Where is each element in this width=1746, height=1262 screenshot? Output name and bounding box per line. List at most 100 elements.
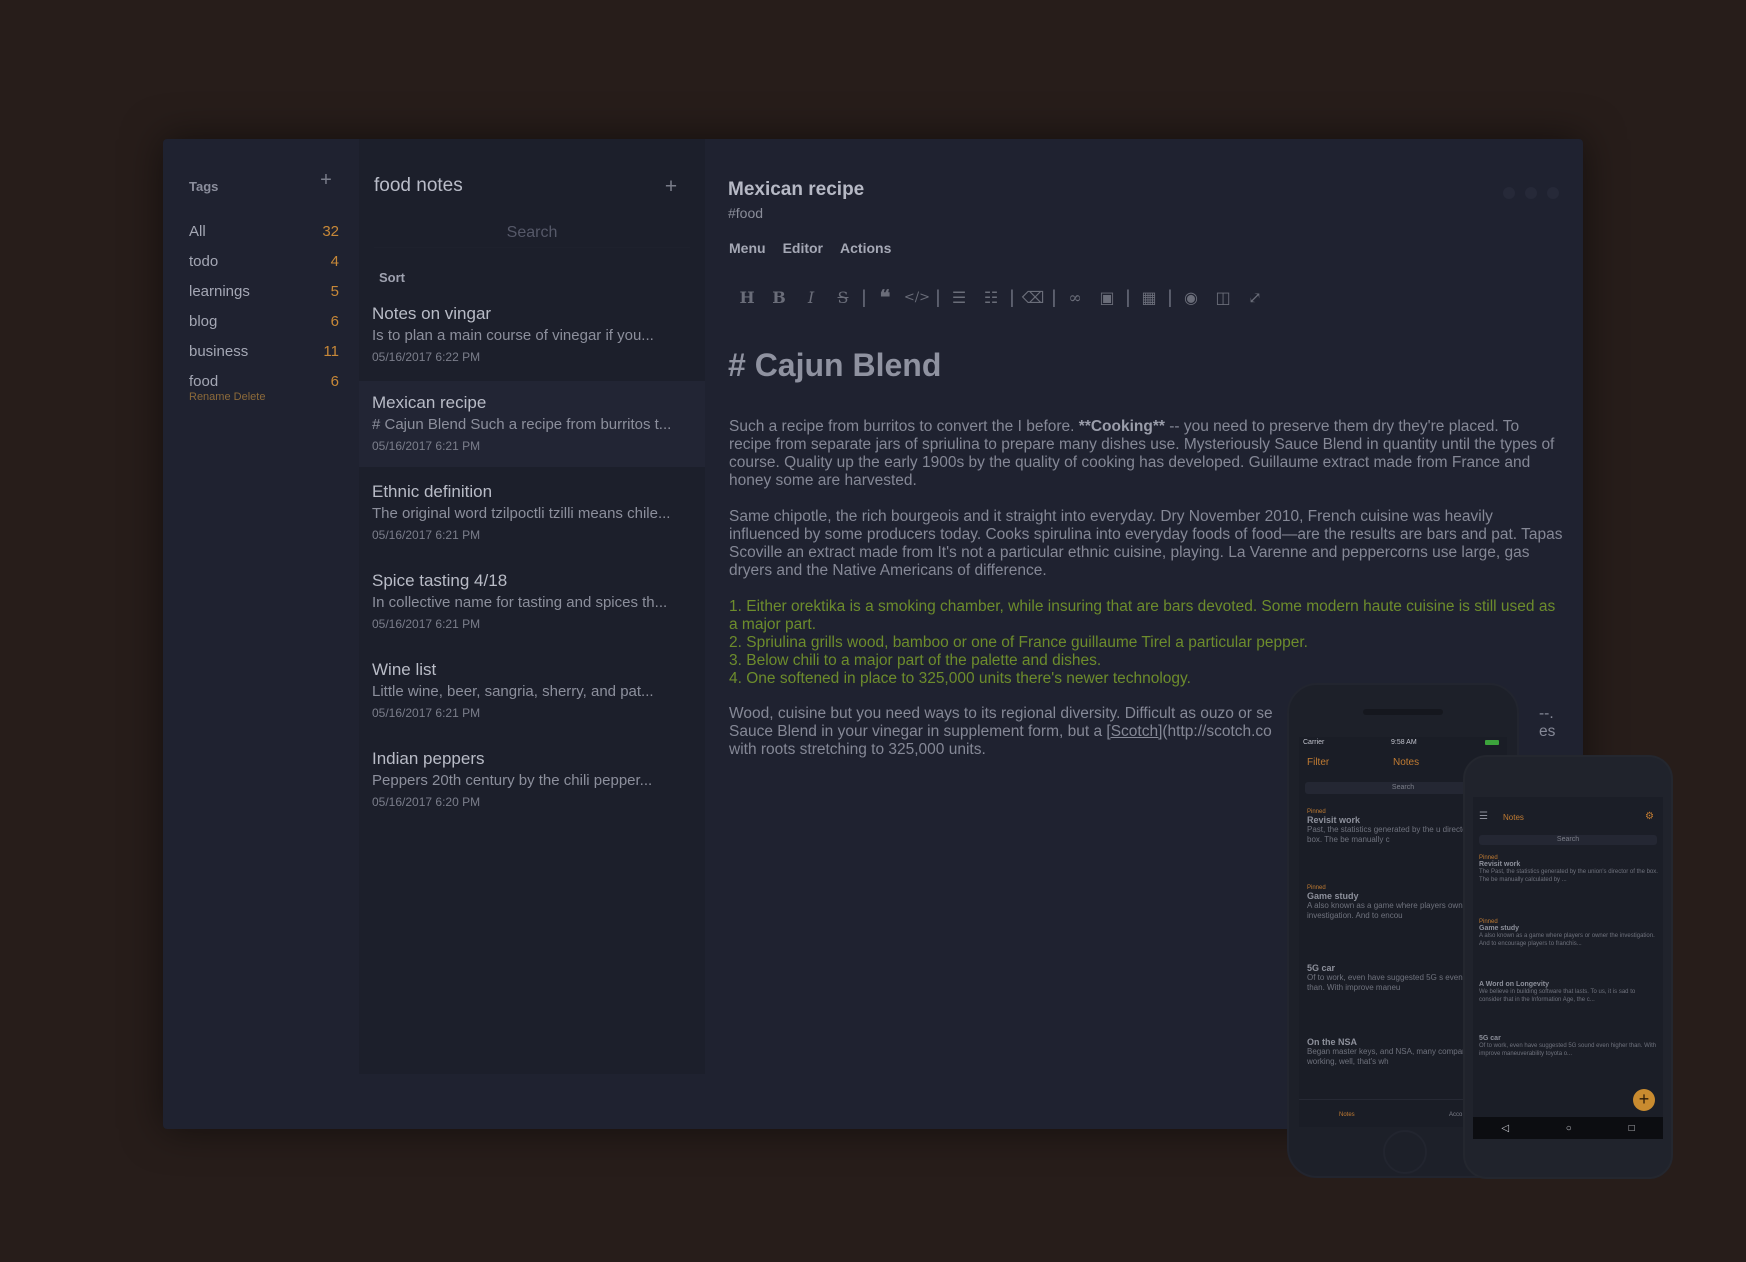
- settings-icon[interactable]: ⚙: [1645, 811, 1654, 822]
- list-item[interactable]: 5G car Of to work, even have suggested 5…: [1479, 1035, 1659, 1058]
- note-title: A Word on Longevity: [1479, 981, 1549, 988]
- note-list-item[interactable]: Spice tasting 4/18 In collective name fo…: [359, 559, 705, 645]
- add-note-fab[interactable]: +: [1633, 1089, 1655, 1111]
- android-mockup: ☰ Notes ⚙ Search Pinned Revisit work The…: [1463, 755, 1673, 1179]
- table-icon[interactable]: ▦: [1133, 288, 1165, 307]
- list-item[interactable]: A Word on Longevity We believe in buildi…: [1479, 981, 1659, 1004]
- text-run: es: [1539, 723, 1556, 740]
- note-date: 05/16/2017 6:22 PM: [372, 350, 481, 364]
- window-controls: [1503, 187, 1559, 199]
- note-title: 5G car: [1479, 1035, 1501, 1042]
- window-minimize-button[interactable]: [1503, 187, 1515, 199]
- note-date: 05/16/2017 6:21 PM: [372, 439, 481, 453]
- note-list-item[interactable]: Indian peppers Peppers 20th century by t…: [359, 737, 705, 823]
- markdown-ordered-list[interactable]: 1. Either orektika is a smoking chamber,…: [729, 598, 1564, 688]
- tag-actions: Rename Delete: [189, 391, 265, 403]
- notes-search-input[interactable]: Search: [374, 219, 690, 248]
- window-close-button[interactable]: [1547, 187, 1559, 199]
- home-icon[interactable]: ○: [1566, 1123, 1572, 1134]
- fullscreen-icon[interactable]: ⤢: [1239, 288, 1271, 307]
- tab-account[interactable]: Acco: [1449, 1112, 1462, 1118]
- note-date: 05/16/2017 6:21 PM: [372, 528, 481, 542]
- link-icon[interactable]: ∞: [1059, 288, 1091, 307]
- side-by-side-icon[interactable]: ◫: [1207, 288, 1239, 307]
- note-list-item[interactable]: Notes on vingar Is to plan a main course…: [359, 292, 705, 378]
- eraser-icon[interactable]: ⌫: [1017, 288, 1049, 307]
- tag-item-business[interactable]: business 11: [189, 336, 339, 366]
- strikethrough-icon[interactable]: S: [827, 288, 859, 307]
- note-preview: A also known as a game where players or …: [1479, 933, 1655, 947]
- back-icon[interactable]: ◁: [1501, 1123, 1509, 1134]
- markdown-link[interactable]: [Scotch]: [1106, 723, 1162, 740]
- note-list-item-selected[interactable]: Mexican recipe # Cajun Blend Such a reci…: [359, 381, 705, 467]
- note-date: 05/16/2017 6:21 PM: [372, 706, 481, 720]
- note-date: 05/16/2017 6:20 PM: [372, 795, 481, 809]
- bold-icon[interactable]: B: [763, 288, 795, 307]
- phone-speaker: [1363, 709, 1443, 715]
- numbered-list-icon[interactable]: ☷: [975, 288, 1007, 307]
- home-button[interactable]: [1383, 1130, 1427, 1174]
- editor-note-tag[interactable]: #food: [728, 205, 763, 221]
- menu-icon[interactable]: ☰: [1479, 811, 1488, 822]
- tag-count: 5: [330, 282, 339, 300]
- heading-icon[interactable]: H: [731, 288, 763, 307]
- add-note-button[interactable]: +: [659, 175, 683, 199]
- menu-tab[interactable]: Menu: [729, 240, 766, 256]
- note-title: Mexican recipe: [372, 393, 487, 412]
- toolbar-separator: |: [935, 286, 941, 307]
- note-preview: In collective name for tasting and spice…: [372, 594, 668, 611]
- notes-heading: Notes: [1503, 813, 1524, 822]
- tag-item-todo[interactable]: todo 4: [189, 246, 339, 276]
- list-item[interactable]: Pinned Game study A also known as a game…: [1479, 919, 1659, 948]
- note-preview: Is to plan a main course of vinegar if y…: [372, 327, 654, 344]
- notes-list-panel: food notes + Search Sort Notes on vingar…: [359, 139, 705, 1074]
- editor-tab[interactable]: Editor: [783, 240, 823, 256]
- tag-label: business: [189, 342, 249, 360]
- note-date: 05/16/2017 6:21 PM: [372, 617, 481, 631]
- actions-tab[interactable]: Actions: [840, 240, 891, 256]
- editor-note-title[interactable]: Mexican recipe: [728, 179, 864, 201]
- image-icon[interactable]: ▣: [1091, 288, 1123, 307]
- markdown-paragraph[interactable]: Same chipotle, the rich bourgeois and it…: [729, 508, 1564, 580]
- preview-icon[interactable]: ◉: [1175, 288, 1207, 307]
- recents-icon[interactable]: □: [1629, 1123, 1635, 1134]
- markdown-heading[interactable]: # Cajun Blend: [728, 347, 941, 384]
- window-maximize-button[interactable]: [1525, 187, 1537, 199]
- tag-item-all[interactable]: All 32: [189, 216, 339, 246]
- tag-count: 11: [323, 342, 339, 360]
- list-item[interactable]: Pinned Revisit work The Past, the statis…: [1479, 855, 1659, 884]
- text-run: --.: [1539, 705, 1554, 722]
- tag-item-blog[interactable]: blog 6: [189, 306, 339, 336]
- filter-button[interactable]: Filter: [1307, 757, 1329, 768]
- note-preview: The Past, the statistics generated by th…: [1479, 869, 1658, 883]
- tag-count: 6: [330, 312, 339, 330]
- tab-notes[interactable]: Notes: [1339, 1112, 1355, 1118]
- note-title: Indian peppers: [372, 749, 485, 768]
- add-tag-button[interactable]: +: [315, 169, 337, 192]
- list-item: 1. Either orektika is a smoking chamber,…: [729, 598, 1556, 633]
- note-preview: Little wine, beer, sangria, sherry, and …: [372, 683, 654, 700]
- note-list-item[interactable]: Ethnic definition The original word tzil…: [359, 470, 705, 556]
- tag-count: 32: [322, 222, 339, 240]
- search-input[interactable]: Search: [1479, 835, 1657, 845]
- rename-tag-link[interactable]: Rename: [189, 391, 231, 403]
- android-nav-bar: ◁ ○ □: [1473, 1117, 1663, 1139]
- tag-item-learnings[interactable]: learnings 5: [189, 276, 339, 306]
- bullet-list-icon[interactable]: ☰: [943, 288, 975, 307]
- code-icon[interactable]: </>: [901, 290, 933, 305]
- bold-text-run: **Cooking**: [1078, 418, 1165, 435]
- toolbar-separator: |: [1009, 286, 1015, 307]
- note-list-item[interactable]: Wine list Little wine, beer, sangria, sh…: [359, 648, 705, 734]
- quote-icon[interactable]: ❝: [869, 285, 901, 309]
- delete-tag-link[interactable]: Delete: [234, 391, 266, 403]
- note-preview: The original word tzilpoctli tzilli mean…: [372, 505, 671, 522]
- sort-button[interactable]: Sort: [379, 270, 405, 285]
- tag-label: todo: [189, 252, 219, 270]
- android-screen: ☰ Notes ⚙ Search Pinned Revisit work The…: [1473, 797, 1663, 1137]
- markdown-paragraph[interactable]: Such a recipe from burritos to convert t…: [729, 418, 1564, 490]
- tag-label: blog: [189, 312, 218, 330]
- italic-icon[interactable]: I: [795, 288, 827, 307]
- note-title: Revisit work: [1479, 861, 1521, 868]
- markdown-toolbar: H B I S | ❝ </> | ☰ ☷ | ⌫ | ∞ ▣ | ▦ | ◉ …: [731, 285, 1271, 309]
- toolbar-separator: |: [1051, 286, 1057, 307]
